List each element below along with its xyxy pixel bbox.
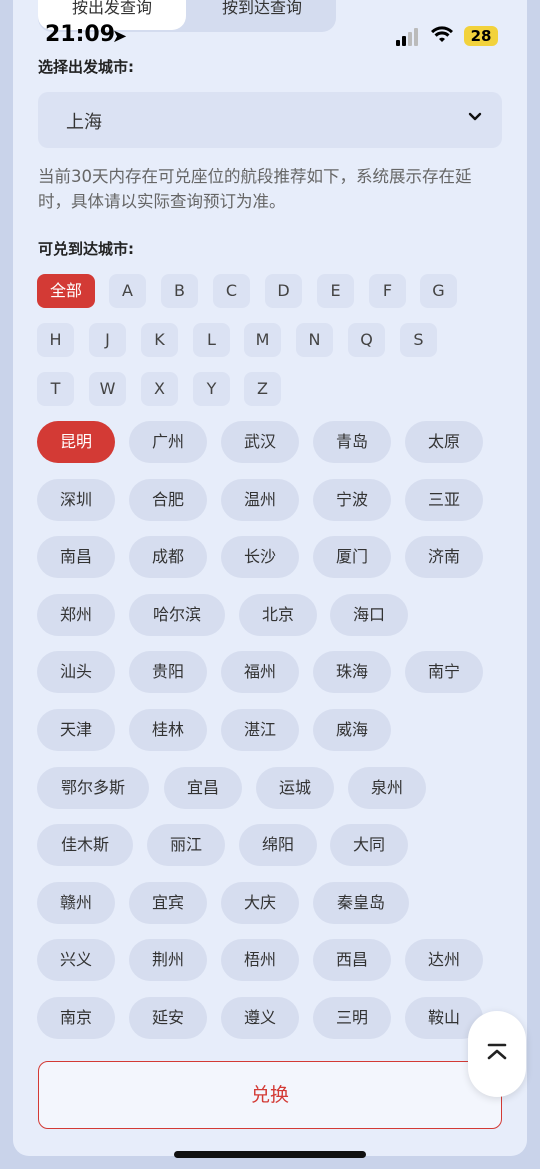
letter-filter-w[interactable]: W bbox=[89, 372, 126, 406]
city-chip[interactable]: 合肥 bbox=[129, 479, 207, 521]
city-chip[interactable]: 西昌 bbox=[313, 939, 391, 981]
city-chip[interactable]: 赣州 bbox=[37, 882, 115, 924]
city-chip[interactable]: 深圳 bbox=[37, 479, 115, 521]
city-chip[interactable]: 鄂尔多斯 bbox=[37, 767, 149, 809]
letter-filter-h[interactable]: H bbox=[37, 323, 74, 357]
city-chip[interactable]: 兴义 bbox=[37, 939, 115, 981]
letter-filter-d[interactable]: D bbox=[265, 274, 302, 308]
status-bar: 21:09 ➤ 28 bbox=[0, 22, 540, 52]
letter-filter-s[interactable]: S bbox=[400, 323, 437, 357]
letter-filter-t[interactable]: T bbox=[37, 372, 74, 406]
city-chip[interactable]: 温州 bbox=[221, 479, 299, 521]
city-chip[interactable]: 贵阳 bbox=[129, 651, 207, 693]
city-chip[interactable]: 武汉 bbox=[221, 421, 299, 463]
letter-filter-m[interactable]: M bbox=[244, 323, 281, 357]
city-chip[interactable]: 海口 bbox=[330, 594, 408, 636]
city-chip[interactable]: 遵义 bbox=[221, 997, 299, 1039]
wifi-icon bbox=[430, 24, 454, 49]
location-arrow-icon: ➤ bbox=[112, 26, 128, 47]
city-chip[interactable]: 丽江 bbox=[147, 824, 225, 866]
city-chip[interactable]: 运城 bbox=[256, 767, 334, 809]
letter-filter-f[interactable]: F bbox=[369, 274, 406, 308]
city-chip[interactable]: 延安 bbox=[129, 997, 207, 1039]
city-chip[interactable]: 太原 bbox=[405, 421, 483, 463]
letter-filter-b[interactable]: B bbox=[161, 274, 198, 308]
home-indicator bbox=[174, 1151, 366, 1158]
letter-filter-q[interactable]: Q bbox=[348, 323, 385, 357]
redeem-button[interactable]: 兑换 bbox=[38, 1061, 502, 1129]
city-chip[interactable]: 昆明 bbox=[37, 421, 115, 463]
city-chip[interactable]: 桂林 bbox=[129, 709, 207, 751]
letter-filter-c[interactable]: C bbox=[213, 274, 250, 308]
city-chip[interactable]: 大庆 bbox=[221, 882, 299, 924]
departure-city-select[interactable]: 上海 bbox=[38, 92, 502, 148]
recommendation-note: 当前30天内存在可兑座位的航段推荐如下，系统展示存在延时，具体请以实际查询预订为… bbox=[38, 167, 472, 211]
letter-filter-e[interactable]: E bbox=[317, 274, 354, 308]
cellular-signal-icon bbox=[396, 28, 422, 46]
letter-filter-y[interactable]: Y bbox=[193, 372, 230, 406]
letter-filter-l[interactable]: L bbox=[193, 323, 230, 357]
letter-filter-all[interactable]: 全部 bbox=[37, 274, 95, 308]
double-chevron-up-icon bbox=[487, 1043, 507, 1060]
city-chip[interactable]: 长沙 bbox=[221, 536, 299, 578]
city-chip[interactable]: 天津 bbox=[37, 709, 115, 751]
city-chip[interactable]: 厦门 bbox=[313, 536, 391, 578]
chevron-down-icon bbox=[468, 108, 482, 129]
letter-filter-j[interactable]: J bbox=[89, 323, 126, 357]
city-chip[interactable]: 福州 bbox=[221, 651, 299, 693]
clock: 21:09 bbox=[45, 22, 116, 47]
letter-filter-x[interactable]: X bbox=[141, 372, 178, 406]
city-chip[interactable]: 秦皇岛 bbox=[313, 882, 409, 924]
letter-filter-k[interactable]: K bbox=[141, 323, 178, 357]
city-chip[interactable]: 三明 bbox=[313, 997, 391, 1039]
city-chip[interactable]: 哈尔滨 bbox=[129, 594, 225, 636]
city-chip[interactable]: 宜宾 bbox=[129, 882, 207, 924]
city-chip[interactable]: 荆州 bbox=[129, 939, 207, 981]
letter-filter-z[interactable]: Z bbox=[244, 372, 281, 406]
city-chip[interactable]: 威海 bbox=[313, 709, 391, 751]
city-chip[interactable]: 湛江 bbox=[221, 709, 299, 751]
city-chip[interactable]: 南宁 bbox=[405, 651, 483, 693]
arrival-label: 可兑到达城市: bbox=[38, 240, 134, 258]
city-chip[interactable]: 南京 bbox=[37, 997, 115, 1039]
city-chip[interactable]: 宜昌 bbox=[164, 767, 242, 809]
city-chip[interactable]: 三亚 bbox=[405, 479, 483, 521]
letter-filter-g[interactable]: G bbox=[420, 274, 457, 308]
city-chip[interactable]: 宁波 bbox=[313, 479, 391, 521]
city-chip[interactable]: 广州 bbox=[129, 421, 207, 463]
city-chip[interactable]: 青岛 bbox=[313, 421, 391, 463]
departure-label: 选择出发城市: bbox=[38, 58, 134, 76]
letter-filter-a[interactable]: A bbox=[109, 274, 146, 308]
city-chip[interactable]: 梧州 bbox=[221, 939, 299, 981]
city-chip[interactable]: 北京 bbox=[239, 594, 317, 636]
battery-icon: 28 bbox=[464, 26, 498, 46]
back-to-top-button[interactable] bbox=[468, 1011, 526, 1097]
city-chip[interactable]: 珠海 bbox=[313, 651, 391, 693]
city-chip[interactable]: 达州 bbox=[405, 939, 483, 981]
city-chip[interactable]: 南昌 bbox=[37, 536, 115, 578]
departure-city-value: 上海 bbox=[66, 112, 102, 133]
city-chip[interactable]: 成都 bbox=[129, 536, 207, 578]
city-chip[interactable]: 佳木斯 bbox=[37, 824, 133, 866]
city-chip[interactable]: 绵阳 bbox=[239, 824, 317, 866]
city-chip[interactable]: 泉州 bbox=[348, 767, 426, 809]
city-chip[interactable]: 汕头 bbox=[37, 651, 115, 693]
letter-filter-n[interactable]: N bbox=[296, 323, 333, 357]
city-chip[interactable]: 郑州 bbox=[37, 594, 115, 636]
city-chip[interactable]: 济南 bbox=[405, 536, 483, 578]
city-chip[interactable]: 大同 bbox=[330, 824, 408, 866]
